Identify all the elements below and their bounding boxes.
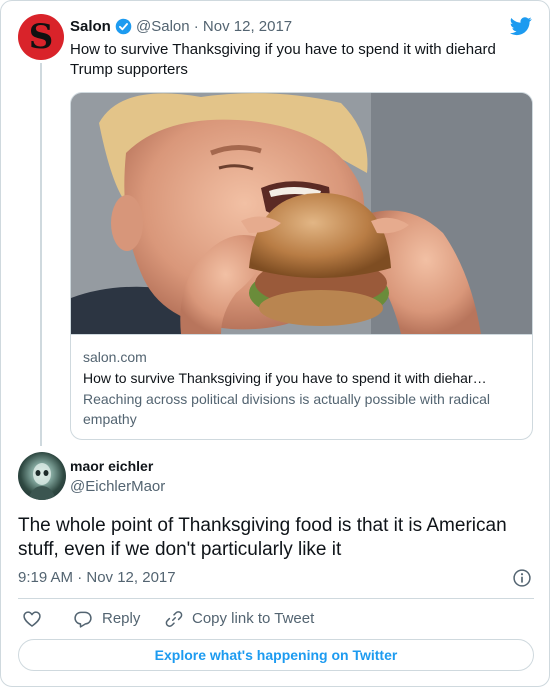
heart-icon — [23, 611, 41, 627]
salon-logo-letter: S — [28, 17, 54, 57]
avatar-photo — [28, 463, 56, 500]
embedded-tweet-card: S Salon @Salon · Nov 12, 2017 How to sur… — [0, 0, 550, 687]
link-preview-card[interactable]: salon.com How to survive Thanksgiving if… — [70, 92, 533, 440]
reply-label: Reply — [102, 610, 141, 627]
thread-connector-line — [40, 63, 42, 446]
reply-icon — [74, 611, 92, 628]
parent-handle-date[interactable]: @Salon · Nov 12, 2017 — [136, 18, 292, 35]
copy-link-label: Copy link to Tweet — [192, 610, 315, 627]
article-photo — [71, 93, 532, 334]
link-icon — [165, 611, 183, 627]
tweet-text: The whole point of Thanksgiving food is … — [18, 515, 507, 560]
reply-button[interactable]: Reply — [73, 608, 173, 630]
verified-badge-icon — [115, 18, 132, 35]
divider — [18, 598, 534, 599]
twitter-bird-icon[interactable] — [509, 15, 533, 37]
tweet-author-name[interactable]: maor eichler — [70, 458, 153, 474]
copy-link-button[interactable]: Copy link to Tweet — [164, 608, 324, 630]
tweet-timestamp[interactable]: 9:19 AM · Nov 12, 2017 — [18, 569, 176, 586]
tweet-author-handle[interactable]: @EichlerMaor — [70, 478, 165, 495]
explore-twitter-button[interactable]: Explore what's happening on Twitter — [18, 639, 534, 671]
parent-author-name[interactable]: Salon — [70, 18, 111, 35]
salon-avatar[interactable]: S — [18, 14, 64, 60]
link-title: How to survive Thanksgiving if you have … — [83, 370, 487, 386]
info-icon[interactable] — [512, 568, 532, 588]
parent-tweet-text: How to survive Thanksgiving if you have … — [70, 41, 496, 78]
maor-avatar[interactable] — [18, 452, 66, 500]
link-domain: salon.com — [83, 349, 147, 365]
link-preview-image — [71, 93, 532, 334]
link-description: Reaching across political divisions is a… — [83, 391, 490, 427]
link-preview-body: salon.com How to survive Thanksgiving if… — [71, 334, 532, 439]
like-button[interactable] — [22, 608, 46, 630]
